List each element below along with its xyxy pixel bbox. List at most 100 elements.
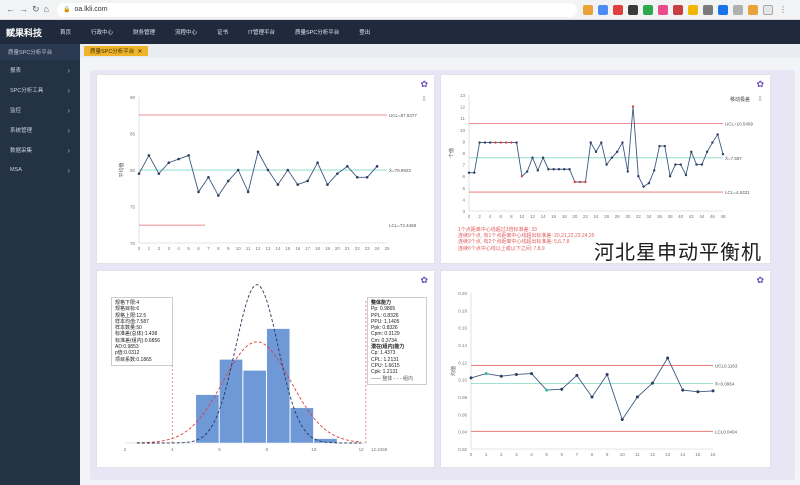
extension-icon[interactable]: [687, 4, 698, 15]
x-tick-label: 22: [355, 246, 361, 251]
sidebar-item-2[interactable]: 监控 ›: [0, 100, 80, 120]
x-axis-end-label: 12.2468: [371, 447, 388, 452]
gear-icon[interactable]: ✿: [756, 275, 764, 286]
sidebar: 质量SPC分析平台 报表 › SPC分析工具 › 监控 › 系统管理 › 数据采集 › MSA ›: [0, 44, 80, 485]
watermark-text: 河北星申动平衡机: [594, 240, 762, 264]
menu-item-6[interactable]: 质量SPC分析平台: [285, 28, 349, 36]
x-tick-label: 6: [218, 447, 221, 452]
x-tick-label: 14: [680, 452, 686, 457]
menu-item-1[interactable]: 行政中心: [81, 28, 123, 36]
x-tick-label: 16: [551, 214, 557, 219]
x-tick-label: 15: [285, 246, 291, 251]
data-point: [286, 168, 290, 172]
x-tick-label: 7: [207, 246, 210, 251]
sidebar-item-0[interactable]: 报表 ›: [0, 60, 80, 80]
y-tick-label: 0.14: [458, 343, 467, 348]
extension-icon[interactable]: [642, 4, 653, 15]
extension-icon[interactable]: [582, 4, 593, 15]
more-icon[interactable]: ⋮: [777, 4, 788, 15]
download-icon[interactable]: ⇩: [757, 95, 763, 103]
y-tick-label: 0.04: [458, 430, 467, 435]
x-tick-label: 17: [305, 246, 311, 251]
profile-icon[interactable]: [762, 4, 773, 15]
x-tick-label: 4: [489, 214, 492, 219]
menu-item-0[interactable]: 首页: [50, 28, 81, 36]
x-tick-label: 12: [256, 246, 262, 251]
data-point: [157, 172, 161, 175]
menu-item-4[interactable]: 证书: [207, 28, 238, 36]
x-tick-label: 9: [227, 246, 230, 251]
x-tick-label: 42: [689, 214, 695, 219]
app-header: 赋果科技 首页 行政中心 财务管理 流程中心 证书 IT管理平台 质量SPC分析平台 登出: [0, 20, 800, 44]
center-label: X̄=0.0954: [715, 381, 735, 387]
lcl-label: LCL0.0404: [715, 429, 738, 434]
address-bar[interactable]: 🔒 oa.lkli.com: [56, 2, 577, 17]
sidebar-item-3[interactable]: 系统管理 ›: [0, 120, 80, 140]
menu-item-2[interactable]: 财务管理: [123, 28, 165, 36]
series-line: [138, 150, 378, 197]
main-content: ✿ ⇩ 90 85 80 75 70 0 1 2 3 4 5 6 7 8 9 10 11 12 13 14 15 16 17…: [80, 58, 800, 485]
data-point: [346, 165, 349, 168]
data-point: [515, 141, 518, 144]
x-tick-label: 2: [478, 214, 481, 219]
data-point: [541, 156, 545, 159]
extension-icon[interactable]: [657, 4, 668, 15]
x-tick-label: 24: [375, 246, 381, 251]
close-icon[interactable]: ✕: [137, 48, 142, 55]
y-tick-label: 80: [130, 168, 136, 173]
x-tick-label: 8: [510, 214, 513, 219]
histogram-bar: [242, 370, 267, 444]
extension-icon[interactable]: [747, 4, 758, 15]
data-point: [499, 141, 502, 144]
sidebar-item-1[interactable]: SPC分析工具 ›: [0, 80, 80, 100]
x-tick-label: 6: [499, 214, 502, 219]
reload-icon[interactable]: ↻: [32, 4, 40, 15]
legend-line: —— 整体 - - - 组内: [371, 375, 413, 382]
x-tick-label: 48: [720, 214, 726, 219]
gear-icon[interactable]: ✿: [420, 79, 428, 90]
x-tick-label: 19: [325, 246, 331, 251]
data-point: [296, 183, 300, 186]
menu-item-7[interactable]: 登出: [349, 28, 380, 36]
x-tick-label: 18: [562, 214, 568, 219]
rule-violations: 1个点距离中心线超过3倍标准差: 33 连续9个点, 有1个点距离中心线超出标准差…: [458, 227, 594, 252]
x-tick-label: 10: [236, 246, 242, 251]
sidebar-item-4[interactable]: 数据采集 ›: [0, 140, 80, 160]
extension-icon[interactable]: [612, 4, 623, 15]
spec-stats-box: 规格下限:4 规格目标:6 规格上限:12.5 样本均值:7.587 样本数量:50 标准…: [111, 297, 173, 366]
extension-icon[interactable]: [627, 4, 638, 15]
capability-box: 整体能力 Pp: 0.9865 PPL: 0.8326 PPU: 1.1405 Ppk…: [367, 297, 427, 385]
y-tick-label: 75: [130, 205, 136, 210]
extension-icon[interactable]: [597, 4, 608, 15]
extension-icon[interactable]: [702, 4, 713, 15]
data-point: [365, 176, 369, 179]
home-icon[interactable]: ⌂: [44, 4, 49, 15]
menu-item-3[interactable]: 流程中心: [165, 28, 207, 36]
x-tick-label: 2: [500, 452, 503, 457]
y-tick-label: 0.08: [458, 395, 467, 400]
chevron-right-icon: ›: [67, 65, 70, 75]
back-icon[interactable]: ←: [6, 4, 15, 15]
chevron-right-icon: ›: [67, 125, 70, 135]
tab-spc[interactable]: 质量SPC分析平台 ✕: [84, 46, 149, 56]
extension-icon[interactable]: [732, 4, 743, 15]
extension-icon[interactable]: [672, 4, 683, 15]
data-point: [510, 141, 513, 144]
y-tick-label: 0.10: [458, 378, 467, 383]
sidebar-item-label: SPC分析工具: [10, 88, 44, 94]
gear-icon[interactable]: ✿: [756, 79, 764, 90]
gear-icon[interactable]: ✿: [420, 275, 428, 286]
data-point: [696, 390, 700, 394]
x-tick-label: 10: [620, 452, 626, 457]
x-tick-label: 15: [695, 452, 701, 457]
download-icon[interactable]: ⇩: [421, 95, 427, 103]
sidebar-item-5[interactable]: MSA ›: [0, 160, 80, 180]
menu-item-5[interactable]: IT管理平台: [238, 28, 285, 36]
forward-icon[interactable]: →: [19, 4, 28, 15]
data-point: [552, 168, 555, 171]
x-tick-label: 12: [530, 214, 536, 219]
histogram-bar: [219, 359, 243, 444]
data-point: [610, 156, 614, 159]
data-point: [530, 372, 533, 376]
extension-icon[interactable]: [717, 4, 728, 15]
